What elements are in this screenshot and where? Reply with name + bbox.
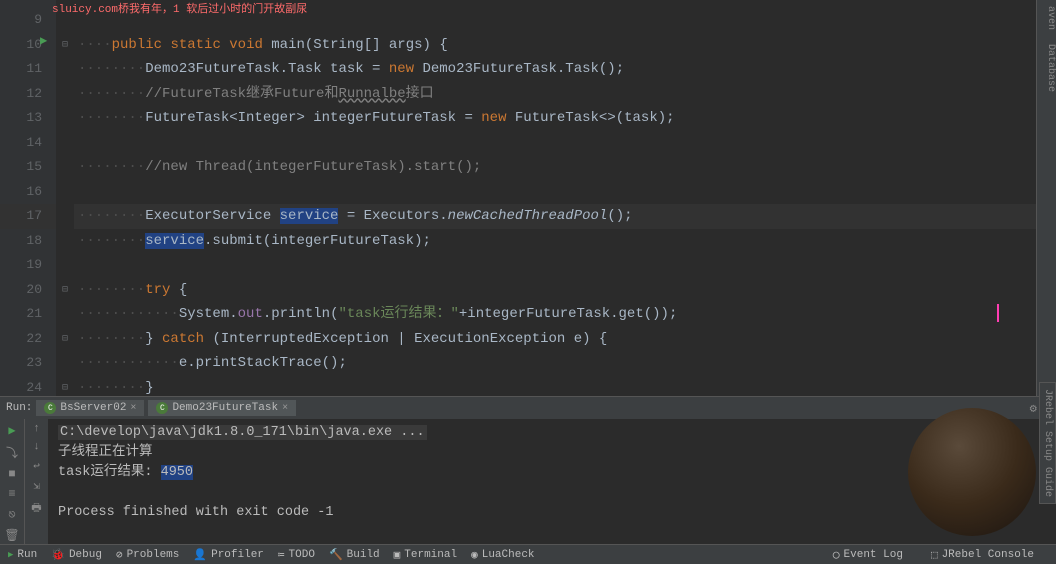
stop-icon[interactable]: ■ <box>8 467 15 481</box>
run-gutter-icon[interactable]: ▶ <box>40 33 47 48</box>
line-number[interactable]: 9 <box>0 8 56 33</box>
line-number[interactable]: 21 <box>0 302 56 327</box>
status-jrebel[interactable]: ⬚JRebel Console <box>931 548 1034 562</box>
console-output: 子线程正在计算 <box>58 443 1046 463</box>
run-header: Run: C BsServer02 × C Demo23FutureTask ×… <box>0 397 1056 419</box>
caret <box>997 304 999 322</box>
status-terminal[interactable]: ▣Terminal <box>394 548 457 562</box>
line-number[interactable]: 23 <box>0 351 56 376</box>
webcam-overlay <box>908 408 1036 536</box>
console-output: Process finished with exit code -1 <box>58 503 1046 523</box>
attach-icon[interactable]: ⤵ <box>6 444 18 461</box>
jrebel-guide-tab[interactable]: JRebel Setup Guide <box>1039 382 1056 504</box>
console[interactable]: C:\develop\java\jdk1.8.0_171\bin\java.ex… <box>48 419 1056 547</box>
line-number[interactable]: 12 <box>0 82 56 107</box>
status-todo[interactable]: ≔TODO <box>278 548 315 562</box>
line-number[interactable]: 10 <box>0 33 56 58</box>
gear-icon[interactable]: ⚙ <box>1030 401 1037 416</box>
rerun-icon[interactable]: ▶ <box>8 423 15 438</box>
maven-tool[interactable]: aven <box>1045 6 1056 30</box>
line-number[interactable]: 14 <box>0 131 56 156</box>
line-number[interactable]: 22 <box>0 327 56 352</box>
run-toolbar: ▶ ⤵ ■ ≡ ⎋ 🗑 <box>0 419 24 547</box>
exit-icon[interactable]: ⎋ <box>8 507 15 522</box>
line-number[interactable]: 13 <box>0 106 56 131</box>
line-number[interactable]: 11 <box>0 57 56 82</box>
fold-column: ⊟ ⊟ ⊟ ⊟ <box>56 0 74 396</box>
fold-icon[interactable]: ⊟ <box>56 278 74 303</box>
line-number[interactable]: 19 <box>0 253 56 278</box>
trash-icon[interactable]: 🗑 <box>4 528 19 543</box>
run-tab-demo[interactable]: C Demo23FutureTask × <box>148 400 296 416</box>
database-tool[interactable]: Database <box>1045 44 1056 92</box>
print-icon[interactable]: 🖶 <box>31 499 41 518</box>
close-icon[interactable]: × <box>130 403 136 414</box>
line-number[interactable]: 17 <box>0 204 56 229</box>
console-cmd: C:\develop\java\jdk1.8.0_171\bin\java.ex… <box>58 425 427 440</box>
line-number[interactable]: 18 <box>0 229 56 254</box>
code[interactable]: ····public static void main(String[] arg… <box>74 0 1056 396</box>
status-profiler[interactable]: 👤Profiler <box>193 548 264 562</box>
run-panel: Run: C BsServer02 × C Demo23FutureTask ×… <box>0 396 1056 546</box>
up-icon[interactable]: ↑ <box>33 423 40 435</box>
run-tab-bsserver[interactable]: C BsServer02 × <box>36 400 144 416</box>
top-watermark: sluicy.com桥我有年，1 软后过小时的门开故副尿 <box>52 0 307 16</box>
console-output: task运行结果: 4950 <box>58 463 1046 483</box>
line-number[interactable]: 16 <box>0 180 56 205</box>
gutter: 9 10 11 12 13 14 15 16 17 18 19 20 21 22… <box>0 0 56 396</box>
app-icon: C <box>156 402 168 414</box>
app-icon: C <box>44 402 56 414</box>
line-number[interactable]: 15 <box>0 155 56 180</box>
layout-icon[interactable]: ≡ <box>8 487 15 501</box>
close-icon[interactable]: × <box>282 403 288 414</box>
fold-icon[interactable]: ⊟ <box>56 327 74 352</box>
status-eventlog[interactable]: ◯Event Log <box>833 548 903 562</box>
status-debug[interactable]: 🐞Debug <box>51 548 102 562</box>
scroll-icon[interactable]: ⇲ <box>33 479 40 493</box>
status-run[interactable]: ▶Run <box>8 549 37 561</box>
status-problems[interactable]: ⊘Problems <box>116 548 179 562</box>
run-toolbar-2: ↑ ↓ ↩ ⇲ 🖶 <box>24 419 48 547</box>
wrap-icon[interactable]: ↩ <box>33 459 40 473</box>
fold-icon[interactable]: ⊟ <box>56 33 74 58</box>
run-label: Run: <box>6 402 32 414</box>
status-build[interactable]: 🔨Build <box>329 548 380 562</box>
status-luacheck[interactable]: ◉LuaCheck <box>471 548 534 562</box>
down-icon[interactable]: ↓ <box>33 441 40 453</box>
right-toolwindow-bar[interactable]: aven Database <box>1036 0 1056 396</box>
line-number[interactable]: 20 <box>0 278 56 303</box>
status-bar: ▶Run 🐞Debug ⊘Problems 👤Profiler ≔TODO 🔨B… <box>0 544 1056 564</box>
editor: 9 10 11 12 13 14 15 16 17 18 19 20 21 22… <box>0 0 1056 396</box>
